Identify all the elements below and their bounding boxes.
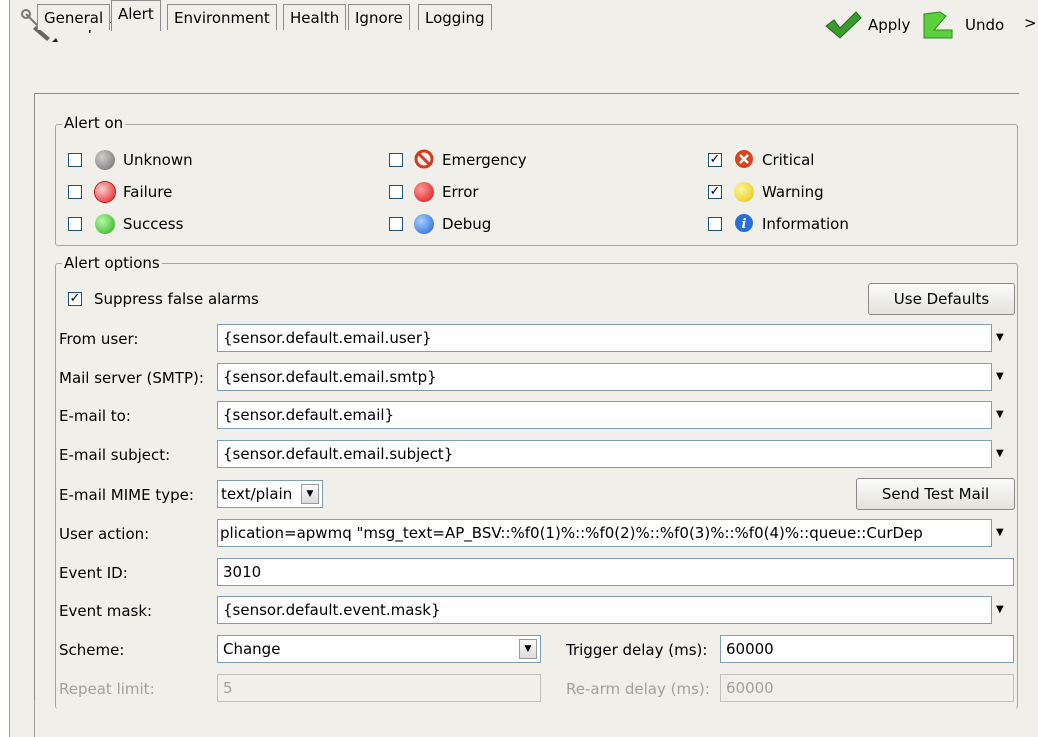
- tab-alert[interactable]: Alert: [111, 0, 161, 31]
- email-to-dropdown-icon[interactable]: ▼: [996, 409, 1004, 420]
- undo-button[interactable]: Undo: [965, 16, 1004, 34]
- from-user-label: From user:: [59, 330, 139, 348]
- user-action-dropdown-icon[interactable]: ▼: [996, 527, 1004, 538]
- tab-divider: [34, 93, 1019, 94]
- mime-type-value: text/plain: [221, 485, 293, 503]
- yellow-circle-icon: [734, 182, 754, 202]
- email-subject-label: E-mail subject:: [59, 446, 171, 464]
- tab-logging[interactable]: Logging: [418, 4, 492, 30]
- red-x-circle-icon: [735, 150, 753, 168]
- label-emergency: Emergency: [442, 151, 527, 169]
- svg-text:i: i: [742, 217, 747, 232]
- label-success: Success: [123, 215, 184, 233]
- email-to-label: E-mail to:: [59, 407, 131, 425]
- tab-environment[interactable]: Environment: [167, 4, 277, 30]
- rearm-delay-input: 60000: [720, 674, 1014, 702]
- mime-type-select[interactable]: text/plain ▼: [217, 480, 323, 508]
- gray-circle-icon: [95, 150, 115, 170]
- label-unknown: Unknown: [123, 151, 193, 169]
- tab-general[interactable]: General: [37, 4, 111, 30]
- scheme-value: Change: [223, 640, 281, 658]
- mime-type-label: E-mail MIME type:: [59, 486, 194, 504]
- checkbox-failure[interactable]: [68, 185, 82, 199]
- from-user-input[interactable]: {sensor.default.email.user}: [217, 324, 992, 352]
- tab-health[interactable]: Health: [283, 4, 347, 30]
- checkbox-debug[interactable]: [389, 217, 403, 231]
- event-id-label: Event ID:: [59, 564, 128, 582]
- frame-border: [9, 0, 10, 737]
- alert-options-legend: Alert options: [62, 254, 162, 272]
- alert-on-group: [55, 124, 1018, 246]
- trigger-delay-label: Trigger delay (ms):: [566, 641, 708, 659]
- checkmark-icon[interactable]: [824, 10, 862, 40]
- label-critical: Critical: [762, 151, 815, 169]
- user-action-input[interactable]: plication=apwmq "msg_text=AP_BSV::%f0(1)…: [217, 519, 992, 547]
- use-defaults-button[interactable]: Use Defaults: [868, 283, 1015, 315]
- event-mask-dropdown-icon[interactable]: ▼: [996, 604, 1004, 615]
- no-entry-icon: [414, 149, 434, 169]
- email-to-input[interactable]: {sensor.default.email}: [217, 401, 992, 429]
- chevron-down-icon[interactable]: ▼: [301, 484, 319, 504]
- event-mask-label: Event mask:: [59, 602, 153, 620]
- undo-arrow-icon[interactable]: [920, 10, 956, 42]
- from-user-dropdown-icon[interactable]: ▼: [996, 332, 1004, 343]
- trigger-delay-input[interactable]: 60000: [720, 635, 1014, 663]
- smtp-label: Mail server (SMTP):: [59, 369, 204, 387]
- repeat-limit-input: 5: [217, 674, 541, 702]
- checkbox-emergency[interactable]: [389, 153, 403, 167]
- checkbox-success[interactable]: [68, 217, 82, 231]
- label-warning: Warning: [762, 183, 824, 201]
- tab-ignore[interactable]: Ignore: [348, 4, 410, 30]
- alert-on-legend: Alert on: [62, 114, 126, 132]
- content-border: [34, 94, 35, 700]
- checkbox-critical[interactable]: [708, 153, 722, 167]
- scheme-select[interactable]: Change ▼: [217, 635, 541, 663]
- scheme-label: Scheme:: [59, 641, 125, 659]
- bottom-border: [34, 700, 35, 737]
- label-suppress-false-alarms: Suppress false alarms: [94, 290, 259, 308]
- apply-button[interactable]: Apply: [868, 16, 910, 34]
- checkbox-warning[interactable]: [708, 185, 722, 199]
- label-debug: Debug: [442, 215, 492, 233]
- send-test-mail-button[interactable]: Send Test Mail: [856, 478, 1015, 510]
- green-circle-icon: [95, 214, 115, 234]
- label-information: Information: [762, 215, 849, 233]
- event-mask-input[interactable]: {sensor.default.event.mask}: [217, 596, 992, 624]
- label-error: Error: [442, 183, 479, 201]
- red-circle-icon: [95, 182, 115, 202]
- label-failure: Failure: [123, 183, 173, 201]
- checkbox-suppress-false-alarms[interactable]: [68, 292, 82, 306]
- repeat-limit-label: Repeat limit:: [59, 680, 155, 698]
- checkbox-unknown[interactable]: [68, 153, 82, 167]
- user-action-label: User action:: [59, 525, 150, 543]
- rearm-delay-label: Re-arm delay (ms):: [566, 680, 710, 698]
- smtp-input[interactable]: {sensor.default.email.smtp}: [217, 363, 992, 391]
- checkbox-information[interactable]: [708, 217, 722, 231]
- checkbox-error[interactable]: [389, 185, 403, 199]
- more-button[interactable]: >: [1024, 14, 1037, 32]
- email-subject-input[interactable]: {sensor.default.email.subject}: [217, 440, 992, 468]
- chevron-down-icon[interactable]: ▼: [519, 639, 537, 659]
- info-icon: i: [735, 214, 753, 232]
- event-id-input[interactable]: 3010: [217, 558, 1014, 586]
- email-subject-dropdown-icon[interactable]: ▼: [996, 448, 1004, 459]
- blue-circle-icon: [414, 214, 434, 234]
- smtp-dropdown-icon[interactable]: ▼: [996, 371, 1004, 382]
- red-circle-icon: [414, 182, 434, 202]
